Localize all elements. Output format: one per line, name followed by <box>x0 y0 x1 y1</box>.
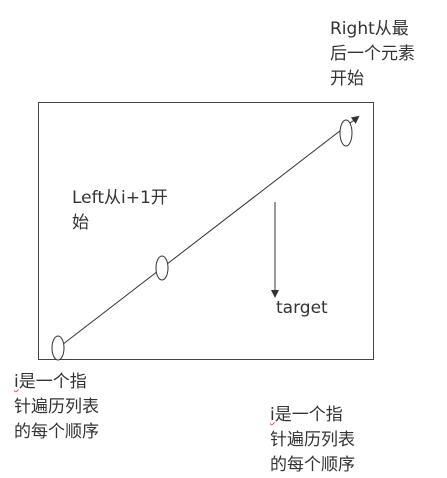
diagram-canvas: { "labels": { "right_start": "Right从最\n后… <box>0 0 447 478</box>
right-pointer-oval <box>339 119 353 147</box>
left-pointer-oval <box>155 255 169 281</box>
i-pointer-note-right: i是一个指 针遍历列表 的每个顺序 <box>270 403 355 478</box>
i-pointer-oval <box>51 335 65 361</box>
target-label: target <box>276 298 328 318</box>
right-start-label: Right从最 后一个元素 开始 <box>330 19 415 89</box>
i-pointer-description: 是一个指 针遍历列表 的每个顺序 <box>270 405 355 475</box>
i-pointer-description: 是一个指 针遍历列表 的每个顺序 <box>14 372 99 442</box>
left-start-label: Left从i+1开 始 <box>72 188 168 233</box>
i-pointer-note-left: i是一个指 针遍历列表 的每个顺序 <box>14 370 99 445</box>
